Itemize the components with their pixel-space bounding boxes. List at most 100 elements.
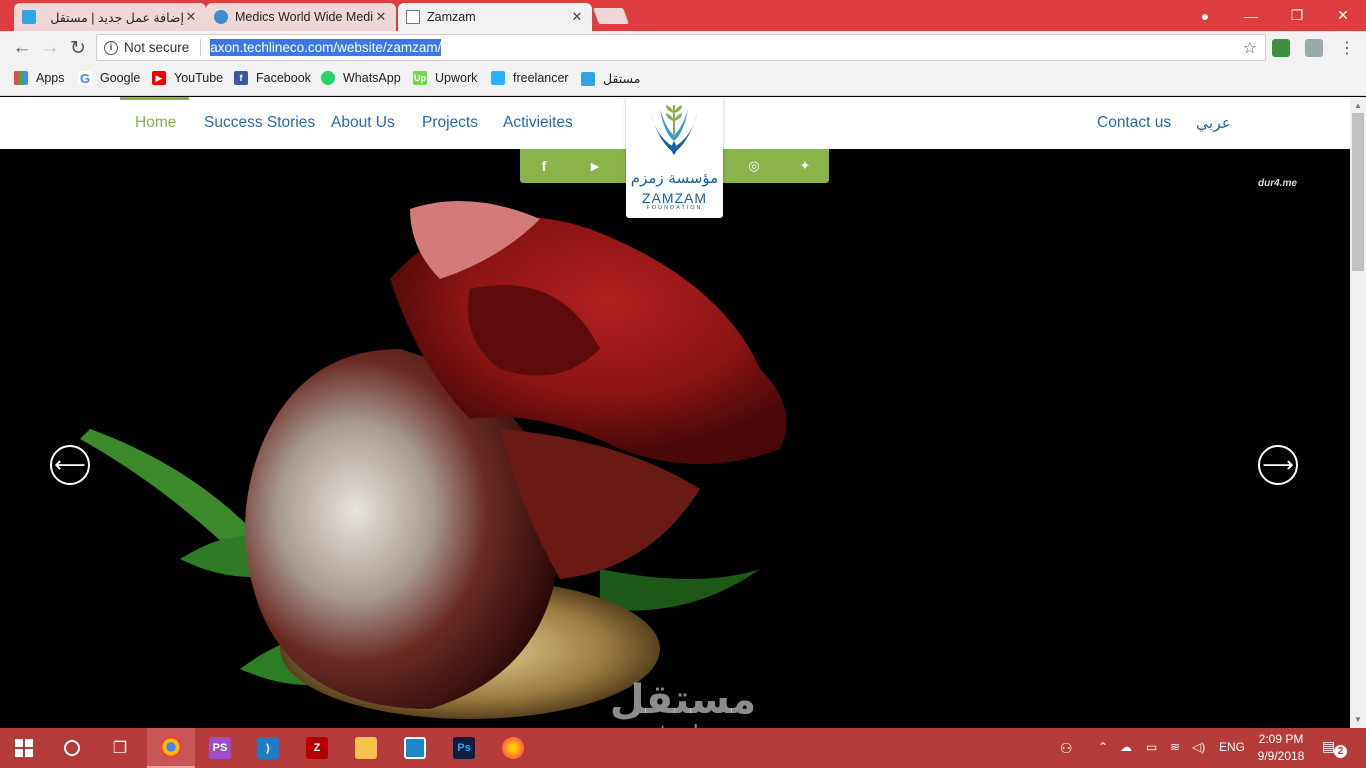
new-tab-button[interactable] <box>593 8 629 24</box>
page-scrollbar[interactable]: ▲ ▼ <box>1350 97 1366 728</box>
phpstorm-icon: PS <box>209 737 231 759</box>
onedrive-icon[interactable]: ☁ <box>1120 740 1132 754</box>
instagram-icon[interactable]: ◎ <box>745 157 763 175</box>
battery-icon[interactable]: ▭ <box>1146 740 1157 754</box>
language-switch[interactable]: عربي <box>1196 114 1231 133</box>
photoshop-icon: Ps <box>453 737 475 759</box>
extension-icon[interactable] <box>1305 39 1323 57</box>
divider <box>200 39 202 56</box>
extension-icon[interactable] <box>1272 39 1290 57</box>
tab-title: Zamzam <box>427 10 476 24</box>
logo-english-text: ZAMZAM <box>641 190 708 206</box>
bookmark-apps[interactable]: Apps <box>14 71 65 85</box>
chrome-icon <box>160 736 182 758</box>
bookmark-label: YouTube <box>174 71 224 85</box>
windows-logo-icon <box>15 739 33 757</box>
bookmark-upwork[interactable]: Up Upwork <box>413 71 477 85</box>
whatsapp-icon <box>321 71 335 85</box>
taskbar-explorer[interactable] <box>342 728 390 768</box>
notification-count: 2 <box>1334 745 1347 758</box>
language-indicator[interactable]: ENG <box>1219 740 1245 754</box>
tab-zamzam[interactable]: Zamzam ✕ <box>398 3 592 31</box>
reload-button[interactable]: ↻ <box>66 36 90 60</box>
url-text[interactable]: axon.techlineco.com/website/zamzam/ <box>210 39 442 56</box>
page-icon <box>406 10 420 24</box>
taskbar-filezilla[interactable]: Z <box>293 728 341 768</box>
close-window-button[interactable]: ✕ <box>1320 0 1366 31</box>
site-logo[interactable]: مؤسسة زمزم ZAMZAM FOUNDATION <box>626 97 723 218</box>
rose-image <box>80 201 787 719</box>
nav-projects[interactable]: Projects <box>422 114 478 132</box>
scroll-up-icon[interactable]: ▲ <box>1354 101 1362 110</box>
notifications-button[interactable]: ▤ 2 <box>1322 738 1347 758</box>
wifi-icon[interactable]: ≋ <box>1170 740 1180 754</box>
menu-icon[interactable]: ⋮ <box>1335 36 1359 60</box>
address-bar[interactable]: i Not secure axon.techlineco.com/website… <box>96 34 1266 61</box>
web-page: dur4.me ⟵ ⟶ Home Success Stories About U… <box>0 97 1350 728</box>
search-circle-icon <box>64 740 80 756</box>
nav-activities[interactable]: Activieites <box>503 114 573 132</box>
close-icon[interactable]: ✕ <box>374 9 388 25</box>
start-button[interactable] <box>0 728 48 768</box>
minimize-button[interactable]: — <box>1228 0 1274 31</box>
close-icon[interactable]: ✕ <box>570 9 584 25</box>
twitter-icon[interactable]: ✦ <box>796 157 814 175</box>
bookmark-whatsapp[interactable]: WhatsApp <box>321 71 401 85</box>
people-icon[interactable]: ⚇ <box>1060 740 1073 757</box>
bookmark-freelancer[interactable]: freelancer <box>491 71 569 85</box>
back-button[interactable]: ← <box>10 36 34 60</box>
taskbar-photoshop[interactable]: Ps <box>440 728 488 768</box>
freelancer-icon <box>491 71 505 85</box>
cortana-button[interactable] <box>48 728 96 768</box>
filezilla-icon: Z <box>306 737 328 759</box>
bookmark-label: مستقل <box>603 72 641 86</box>
taskbar-phpstorm[interactable]: PS <box>196 728 244 768</box>
taskbar-firefox[interactable] <box>489 728 537 768</box>
youtube-icon: ▶ <box>152 71 166 85</box>
logo-arabic-text: مؤسسة زمزم <box>630 169 719 187</box>
tab-mostaql[interactable]: إضافة عمل جديد | مستقل ✕ <box>14 3 206 31</box>
scrollbar-thumb[interactable] <box>1352 113 1364 271</box>
volume-icon[interactable]: ◁) <box>1192 740 1205 754</box>
app-icon <box>404 737 426 759</box>
apps-grid-icon <box>14 71 28 85</box>
nav-about-us[interactable]: About Us <box>331 114 395 132</box>
bookmark-youtube[interactable]: ▶ YouTube <box>152 71 223 85</box>
nav-home[interactable]: Home <box>135 114 176 132</box>
forward-button[interactable]: → <box>38 36 62 60</box>
scroll-down-icon[interactable]: ▼ <box>1354 715 1362 724</box>
youtube-icon[interactable]: ▶ <box>586 157 604 175</box>
bookmark-mostaql[interactable]: مستقل <box>581 71 640 86</box>
system-clock[interactable]: 2:09 PM 9/9/2018 <box>1252 731 1310 765</box>
tab-medics[interactable]: Medics World Wide Medi ✕ <box>206 3 396 31</box>
clock-date: 9/9/2018 <box>1257 749 1305 763</box>
bookmark-star-icon[interactable]: ☆ <box>1243 38 1257 58</box>
slider-next-button[interactable]: ⟶ <box>1258 445 1298 485</box>
close-icon[interactable]: ✕ <box>184 9 198 25</box>
bookmark-label: Upwork <box>435 71 478 85</box>
facebook-icon[interactable]: f <box>535 157 553 175</box>
bookmark-google[interactable]: G Google <box>78 70 141 86</box>
bookmarks-bar: Apps G Google ▶ YouTube f Facebook Whats… <box>0 64 1366 96</box>
tab-title: Medics World Wide Medi <box>235 10 374 24</box>
watermark-arabic: مستقل <box>609 677 757 723</box>
maximize-button[interactable]: ❐ <box>1274 0 1320 31</box>
nav-contact-us[interactable]: Contact us <box>1097 114 1171 132</box>
taskbar-vscode[interactable]: ⟩ <box>244 728 292 768</box>
taskbar-chrome[interactable] <box>147 728 195 768</box>
folder-icon <box>355 737 377 759</box>
profile-icon[interactable]: ● <box>1182 0 1228 31</box>
taskbar-app[interactable] <box>391 728 439 768</box>
task-view-button[interactable]: ❐ <box>96 728 144 768</box>
mostaql-favicon-icon <box>22 10 36 24</box>
hero-slider: dur4.me ⟵ ⟶ <box>0 149 1350 728</box>
slider-prev-button[interactable]: ⟵ <box>50 445 90 485</box>
nav-success-stories[interactable]: Success Stories <box>204 114 315 132</box>
tab-strip: إضافة عمل جديد | مستقل ✕ Medics World Wi… <box>0 0 1366 31</box>
show-hidden-icons-icon[interactable]: ⌃ <box>1098 740 1108 754</box>
info-icon[interactable]: i <box>104 40 118 55</box>
bookmark-label: Apps <box>36 71 65 85</box>
google-icon: G <box>78 70 92 86</box>
bookmark-facebook[interactable]: f Facebook <box>234 71 311 85</box>
bookmark-label: Google <box>100 71 141 85</box>
